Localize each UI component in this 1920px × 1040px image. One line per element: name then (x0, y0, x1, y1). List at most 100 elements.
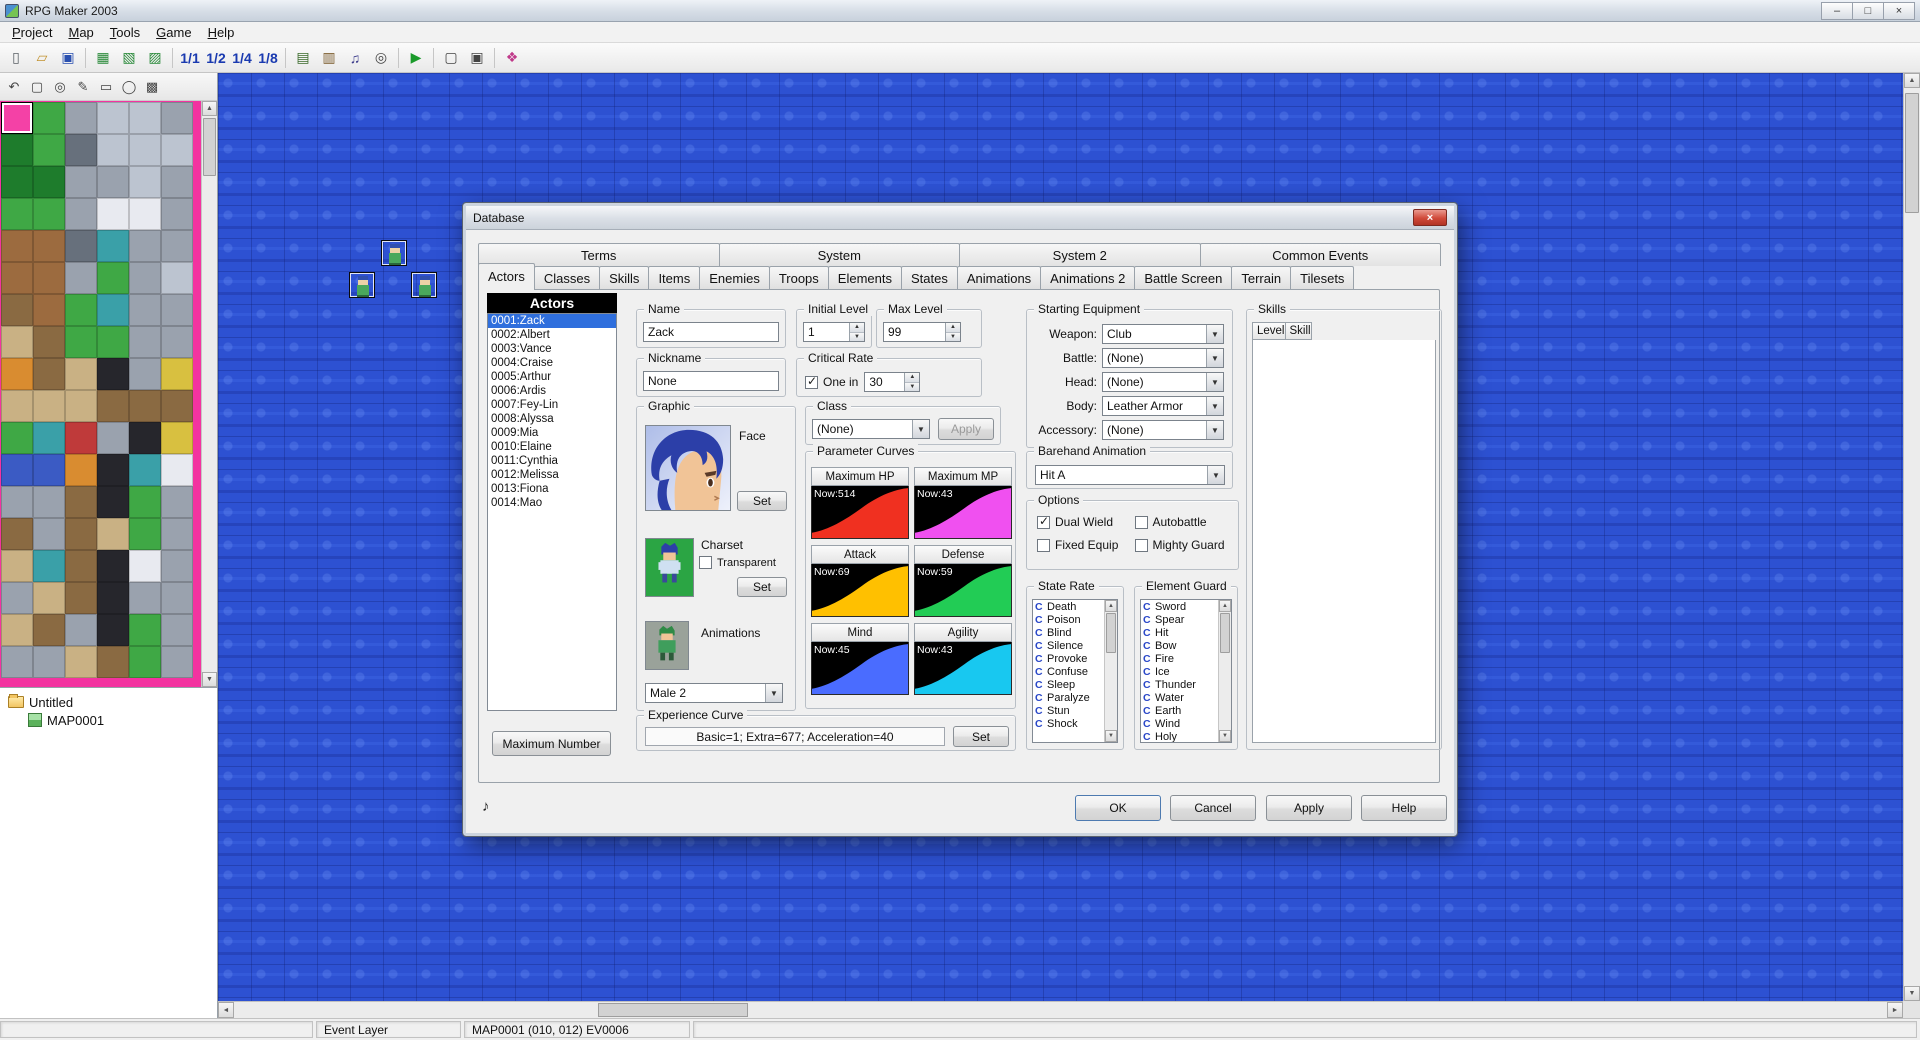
Defense[interactable]: Defense Now:59 (914, 545, 1012, 617)
state-rate-row[interactable]: C Death (1033, 600, 1104, 613)
palette-tile[interactable] (97, 646, 129, 678)
element-guard-row[interactable]: C Earth (1141, 704, 1218, 717)
close-button[interactable]: × (1883, 2, 1915, 20)
element-guard-row[interactable]: C Bow (1141, 639, 1218, 652)
actor-row[interactable]: 0004:Craise (488, 356, 616, 370)
palette-tile[interactable] (129, 550, 161, 582)
rectangle-icon[interactable]: ▭ (95, 76, 117, 98)
minimize-button[interactable]: – (1821, 2, 1853, 20)
scrollbar-thumb[interactable] (1220, 613, 1230, 653)
curve-canvas[interactable]: Now:59 (914, 564, 1012, 617)
actor-row[interactable]: 0003:Vance (488, 342, 616, 356)
tab[interactable]: Items (648, 266, 700, 289)
scroll-up-arrow[interactable]: ▲ (202, 101, 217, 116)
scroll-left-arrow[interactable]: ◄ (218, 1002, 234, 1018)
palette-tile[interactable] (33, 486, 65, 518)
palette-tile[interactable] (65, 166, 97, 198)
element-guard-row[interactable]: C Hit (1141, 626, 1218, 639)
class-apply-button[interactable]: Apply (938, 418, 994, 440)
palette-tile[interactable] (1, 166, 33, 198)
palette-tile[interactable] (97, 422, 129, 454)
charset-image[interactable] (645, 538, 694, 597)
state-rate-row[interactable]: C Blind (1033, 626, 1104, 639)
ellipse-icon[interactable]: ◯ (118, 76, 140, 98)
palette-tile[interactable] (97, 326, 129, 358)
scrollbar-thumb[interactable] (203, 118, 216, 176)
class-select[interactable]: (None) ▼ (812, 419, 930, 439)
scrollbar-thumb[interactable] (1106, 613, 1116, 653)
resource-manager-icon[interactable]: ▥ (317, 46, 341, 70)
palette-tile[interactable] (129, 646, 161, 678)
palette-tile[interactable] (1, 102, 33, 134)
palette-tile[interactable] (161, 422, 193, 454)
element-guard-row[interactable]: C Holy (1141, 730, 1218, 742)
palette-tile[interactable] (161, 134, 193, 166)
palette-tile[interactable] (33, 518, 65, 550)
palette-tile[interactable] (1, 550, 33, 582)
state-rate-scrollbar[interactable]: ▲ ▼ (1104, 600, 1117, 742)
element-guard-row[interactable]: C Ice (1141, 665, 1218, 678)
element-guard-row[interactable]: C Wind (1141, 717, 1218, 730)
state-rate-row[interactable]: C Stun (1033, 704, 1104, 717)
map-horizontal-scrollbar[interactable]: ◄ ► (218, 1001, 1903, 1018)
save-project-icon[interactable]: ▣ (56, 46, 80, 70)
palette-tile[interactable] (65, 518, 97, 550)
palette-tile[interactable] (33, 454, 65, 486)
scroll-down-arrow[interactable]: ▼ (1219, 730, 1231, 742)
palette-tile[interactable] (65, 262, 97, 294)
palette-tile[interactable] (33, 390, 65, 422)
show-title-icon[interactable]: ▣ (465, 46, 489, 70)
palette-tile[interactable] (1, 486, 33, 518)
palette-tile[interactable] (65, 486, 97, 518)
palette-tile[interactable] (65, 134, 97, 166)
tab[interactable]: Animations (957, 266, 1041, 289)
palette-tile[interactable] (97, 166, 129, 198)
actor-row[interactable]: 0011:Cynthia (488, 454, 616, 468)
tab[interactable]: Skills (599, 266, 649, 289)
palette-tile[interactable] (97, 230, 129, 262)
palette-tile[interactable] (161, 486, 193, 518)
palette-tile[interactable] (129, 518, 161, 550)
palette-tile[interactable] (65, 582, 97, 614)
critical-rate-checkbox[interactable]: One in (805, 375, 858, 389)
state-rate-row[interactable]: C Paralyze (1033, 691, 1104, 704)
palette-tile[interactable] (97, 262, 129, 294)
database-icon[interactable]: ▤ (291, 46, 315, 70)
dialog-close-button[interactable]: × (1413, 209, 1447, 226)
state-rate-row[interactable]: C Sleep (1033, 678, 1104, 691)
palette-tile[interactable] (65, 294, 97, 326)
palette-tile[interactable] (65, 390, 97, 422)
tab[interactable]: Elements (828, 266, 902, 289)
skills-column-header[interactable]: Skill (1285, 322, 1312, 340)
tab[interactable]: Classes (534, 266, 600, 289)
palette-tile[interactable] (129, 230, 161, 262)
palette-tile[interactable] (161, 326, 193, 358)
actor-row[interactable]: 0006:Ardis (488, 384, 616, 398)
option-checkbox[interactable]: Dual Wield (1037, 515, 1135, 529)
palette-tile[interactable] (161, 614, 193, 646)
palette-scrollbar[interactable]: ▲ ▼ (201, 101, 217, 687)
menu-item[interactable]: Game (148, 23, 199, 42)
tab[interactable]: Tilesets (1290, 266, 1354, 289)
state-rate-row[interactable]: C Confuse (1033, 665, 1104, 678)
undo-icon[interactable]: ↶ (3, 76, 25, 98)
palette-tile[interactable] (65, 454, 97, 486)
map-tree-item[interactable]: MAP0001 (2, 711, 215, 729)
palette-tile[interactable] (33, 550, 65, 582)
element-guard-row[interactable]: C Thunder (1141, 678, 1218, 691)
ok-button[interactable]: OK (1075, 795, 1161, 821)
curve-canvas[interactable]: Now:43 (914, 642, 1012, 695)
palette-tile[interactable] (129, 582, 161, 614)
scroll-down-arrow[interactable]: ▼ (202, 672, 217, 687)
palette-tile[interactable] (97, 102, 129, 134)
palette-tile[interactable] (1, 390, 33, 422)
palette-tile[interactable] (1, 326, 33, 358)
option-checkbox[interactable]: Mighty Guard (1135, 538, 1233, 552)
curve-canvas[interactable]: Now:43 (914, 486, 1012, 539)
palette-tile[interactable] (1, 582, 33, 614)
maximum-number-button[interactable]: Maximum Number (492, 731, 611, 756)
equipment-select[interactable]: (None) ▼ (1102, 420, 1224, 440)
scroll-down-arrow[interactable]: ▼ (1105, 730, 1117, 742)
state-rate-row[interactable]: C Shock (1033, 717, 1104, 730)
fill-icon[interactable]: ▩ (141, 76, 163, 98)
